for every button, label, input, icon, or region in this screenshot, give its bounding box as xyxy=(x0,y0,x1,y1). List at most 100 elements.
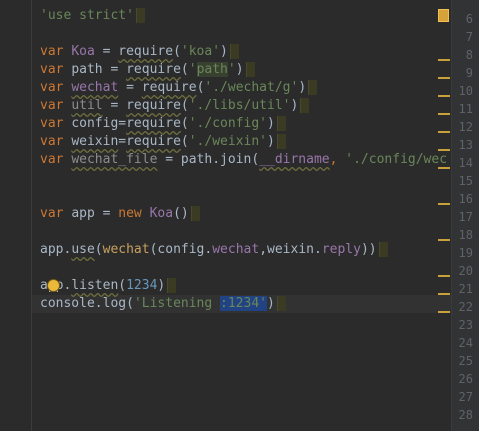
object-name: app xyxy=(40,242,64,257)
function-name: require xyxy=(126,134,181,149)
object-name: console xyxy=(40,296,95,311)
paren: ( xyxy=(118,278,127,293)
paren: ( xyxy=(94,242,103,257)
paren: ( xyxy=(251,152,260,167)
keyword: var xyxy=(40,62,64,77)
operator: = xyxy=(157,152,181,167)
operator: = xyxy=(118,116,127,131)
code-editor[interactable]: 'use strict' var Koa = require('koa') va… xyxy=(32,0,452,431)
bracket-marker xyxy=(167,278,177,293)
paren: ( xyxy=(173,44,181,59)
code-line-14[interactable]: app.use(wechat(config.wechat,weixin.repl… xyxy=(40,241,388,259)
keyword: var xyxy=(40,44,64,59)
code-line-8[interactable]: var weixin=require('./weixin') xyxy=(40,133,286,151)
string-literal: path xyxy=(196,62,228,77)
class-name: Koa xyxy=(149,206,174,221)
paren: ( xyxy=(180,62,189,77)
warning-indicator-icon[interactable] xyxy=(438,9,449,22)
bracket-marker xyxy=(276,116,286,131)
code-line-9[interactable]: var wechat_file = path.join(__dirname, '… xyxy=(40,151,447,169)
paren: ( xyxy=(180,98,189,113)
bracket-marker xyxy=(135,8,145,23)
function-name: require xyxy=(141,80,197,95)
code-line-1[interactable]: 'use strict' xyxy=(40,7,145,25)
intention-bulb-icon[interactable] xyxy=(48,280,59,291)
paren: ) xyxy=(220,44,228,59)
paren: ( xyxy=(180,134,189,149)
function-name: require xyxy=(126,116,181,131)
operator: = xyxy=(94,206,119,221)
error-stripe-mark[interactable] xyxy=(438,167,450,169)
operator: = xyxy=(102,62,127,77)
keyword: var xyxy=(40,134,64,149)
error-stripe-mark[interactable] xyxy=(438,239,450,241)
line-number: 15 xyxy=(458,174,473,188)
string-literal: './config/wec xyxy=(345,152,448,167)
selected-text[interactable]: :1234' xyxy=(220,296,267,311)
string-quote: ' xyxy=(227,62,236,77)
argument: config xyxy=(157,242,205,257)
variable-name: path xyxy=(71,62,103,77)
error-stripe-mark[interactable] xyxy=(438,113,450,115)
variable-name: config xyxy=(71,116,119,131)
code-line-16[interactable]: app.listen(1234) xyxy=(40,277,177,295)
line-number: 8 xyxy=(465,48,473,62)
error-stripe-mark[interactable] xyxy=(438,77,450,79)
keyword: var xyxy=(40,116,64,131)
code-line-7[interactable]: var config=require('./config') xyxy=(40,115,286,133)
error-stripe-mark[interactable] xyxy=(438,95,450,97)
dot: . xyxy=(313,242,322,257)
keyword-new: new xyxy=(118,206,142,221)
operator: = xyxy=(118,134,127,149)
paren: ) xyxy=(157,278,166,293)
paren: ) xyxy=(235,62,244,77)
code-line-17[interactable]: console.log('Listening :1234') xyxy=(40,295,286,313)
code-line-12[interactable]: var app = new Koa() xyxy=(40,205,200,223)
number-literal: 1234 xyxy=(126,278,158,293)
function-name: log xyxy=(102,296,127,311)
bracket-marker xyxy=(276,296,286,311)
call-name: wechat xyxy=(102,242,150,257)
error-stripe-mark[interactable] xyxy=(438,311,450,313)
string-literal: './libs/util' xyxy=(188,98,291,113)
object-name: path xyxy=(180,152,213,167)
line-number: 18 xyxy=(458,228,473,242)
line-number: 7 xyxy=(465,30,473,44)
operator: = xyxy=(94,44,119,59)
error-stripe-mark[interactable] xyxy=(438,293,450,295)
error-stripe-mark[interactable] xyxy=(438,131,450,133)
dot: . xyxy=(212,152,221,167)
line-number: 24 xyxy=(458,336,473,350)
string-literal: 'koa' xyxy=(180,44,221,59)
error-stripe-mark[interactable] xyxy=(438,203,450,205)
string-literal: './weixin' xyxy=(188,134,268,149)
error-stripe-mark[interactable] xyxy=(438,149,450,151)
operator: = xyxy=(102,98,127,113)
variable-name: wechat xyxy=(71,80,119,95)
string-literal: './config' xyxy=(188,116,268,131)
variable-name: util xyxy=(71,98,103,113)
line-number: 25 xyxy=(458,354,473,368)
line-number: 9 xyxy=(465,66,473,80)
string-quote: ' xyxy=(188,62,197,77)
error-stripe-mark[interactable] xyxy=(438,59,450,61)
paren: ) xyxy=(267,296,275,311)
code-line-5[interactable]: var wechat = require('./wechat/g') xyxy=(40,79,318,97)
code-line-6[interactable]: var util = require('./libs/util') xyxy=(40,97,310,115)
line-number: 12 xyxy=(458,120,473,134)
code-line-4[interactable]: var path = require('path') xyxy=(40,61,255,79)
function-name: listen xyxy=(71,278,119,293)
bracket-marker xyxy=(229,44,239,59)
function-name: require xyxy=(118,44,174,59)
keyword: var xyxy=(40,80,64,95)
line-number: 28 xyxy=(458,408,473,422)
error-stripe-mark[interactable] xyxy=(438,275,450,277)
paren: () xyxy=(173,206,189,221)
property: wechat xyxy=(212,242,260,257)
line-number: 14 xyxy=(458,156,473,170)
code-line-3[interactable]: var Koa = require('koa') xyxy=(40,43,239,61)
line-number: 21 xyxy=(458,282,473,296)
function-name: join xyxy=(220,152,252,167)
dot: . xyxy=(94,296,103,311)
bracket-marker xyxy=(308,80,318,95)
